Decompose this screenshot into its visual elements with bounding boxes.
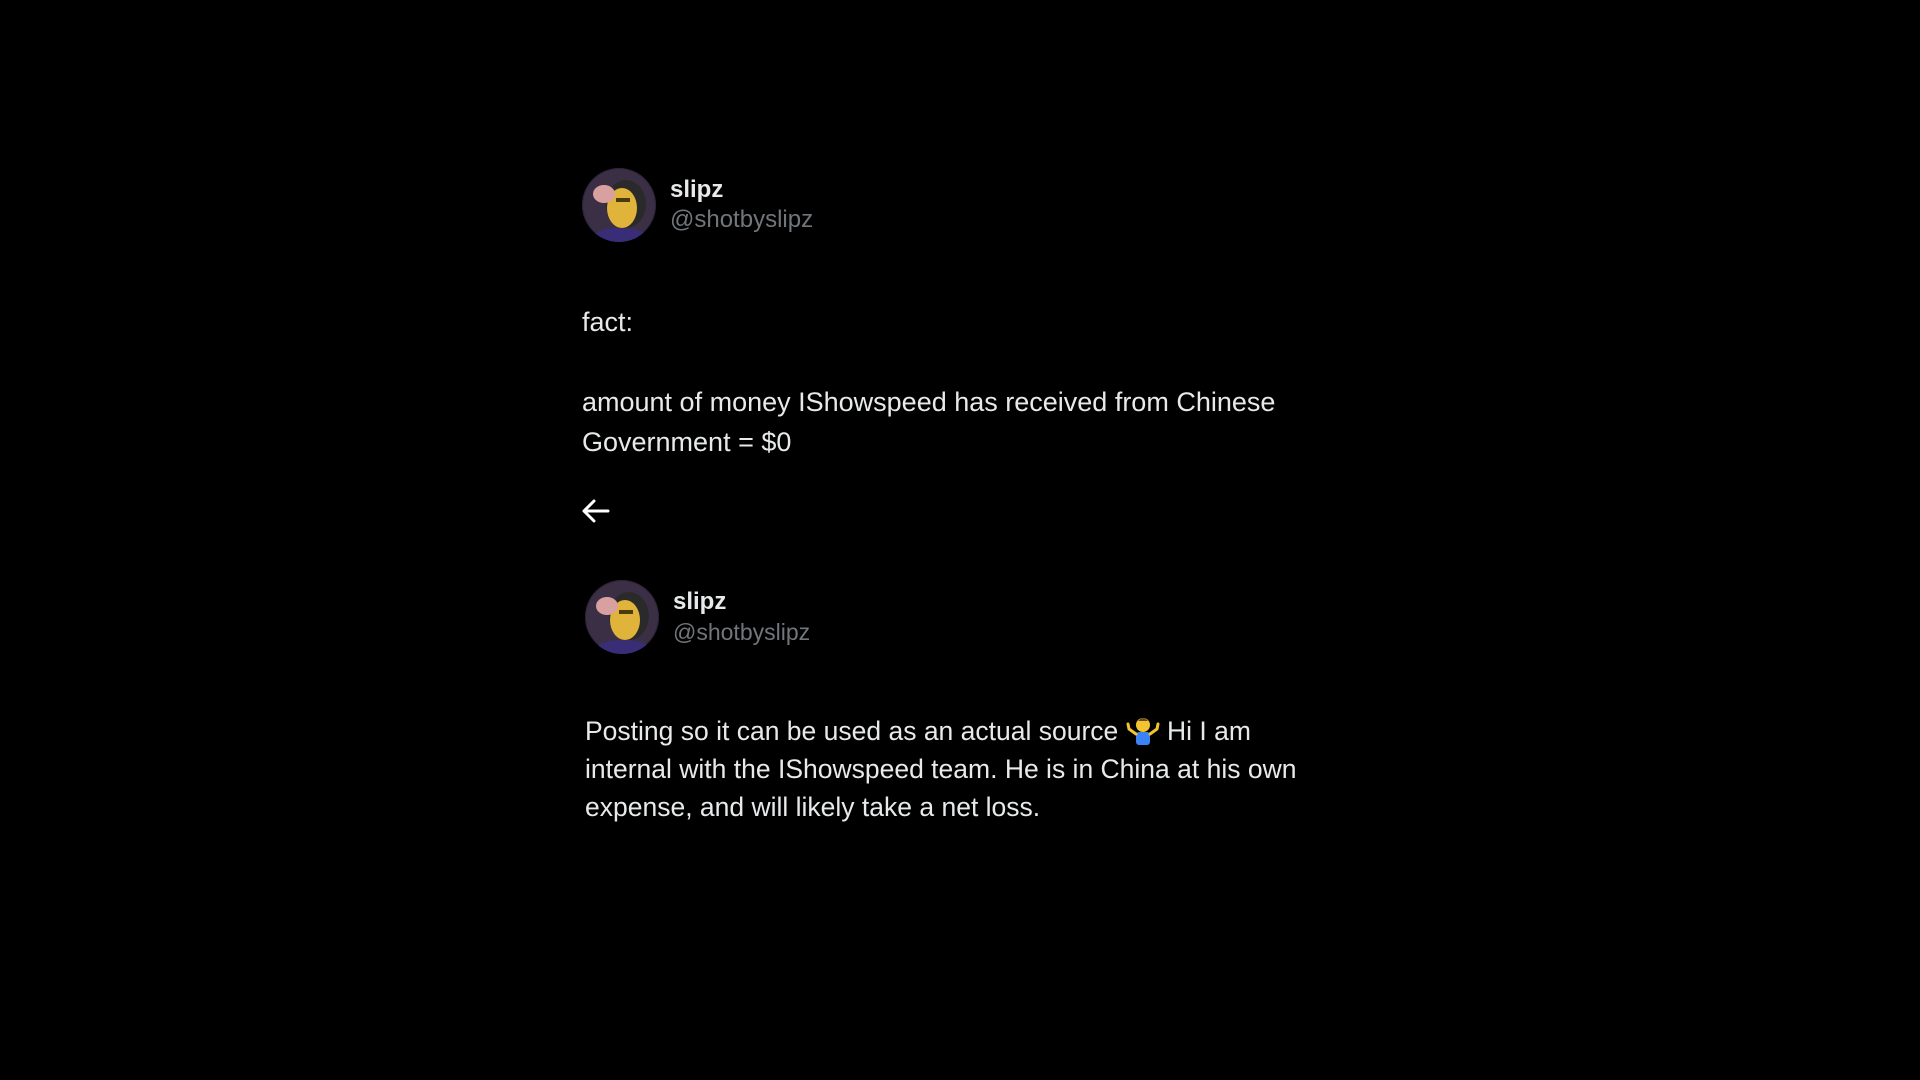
user-avatar-icon (582, 168, 656, 242)
back-button[interactable] (578, 493, 614, 529)
author-info: slipz @shotbyslipz (670, 175, 813, 235)
author-display-name[interactable]: slipz (673, 587, 810, 617)
author-display-name[interactable]: slipz (670, 175, 813, 205)
post-text-body: amount of money IShowspeed has received … (582, 387, 1276, 457)
post-header: slipz @shotbyslipz (582, 168, 1342, 242)
post-text-heading: fact: (582, 307, 634, 337)
post-text-body: Posting so it can be used as an actual s… (585, 712, 1345, 826)
original-post: slipz @shotbyslipz fact: amount of money… (582, 168, 1342, 462)
person-shrugging-emoji-icon (1126, 715, 1160, 745)
user-avatar-icon (585, 580, 659, 654)
author-handle[interactable]: @shotbyslipz (670, 205, 813, 235)
arrow-left-icon (582, 499, 610, 523)
author-handle[interactable]: @shotbyslipz (673, 617, 810, 647)
avatar[interactable] (585, 580, 659, 654)
author-info: slipz @shotbyslipz (673, 587, 810, 647)
post-header: slipz @shotbyslipz (585, 580, 1345, 654)
post-text-before-emoji: Posting so it can be used as an actual s… (585, 716, 1126, 746)
reply-post: slipz @shotbyslipz Posting so it can be … (585, 580, 1345, 826)
avatar[interactable] (582, 168, 656, 242)
